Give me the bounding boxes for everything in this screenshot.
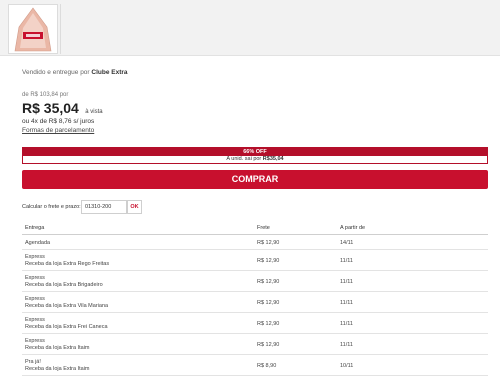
- freight-price: R$ 12,90: [257, 240, 280, 246]
- thumbnail-divider: [60, 4, 61, 54]
- product-thumbnail-bar: [0, 0, 500, 56]
- unit-price: R$35,04: [262, 156, 284, 162]
- shipping-table-header: Entrega Frete A partir de: [22, 221, 488, 235]
- price-row: R$ 35,04 à vista: [22, 100, 103, 118]
- seller-name: Clube Extra: [91, 69, 128, 76]
- seller-info: Vendido e entregue por Clube Extra: [22, 69, 128, 76]
- header-delivery: Entrega: [25, 225, 45, 231]
- delivery-type: Agendada: [25, 240, 51, 246]
- store-name: Receba da loja Extra Brigadeiro: [25, 282, 103, 288]
- store-name: Receba da loja Extra Itaim: [25, 366, 90, 372]
- delivery-type: Express: [25, 317, 45, 323]
- header-from: A partir de: [340, 225, 366, 231]
- promo-box: 66% OFF A unid. sai por R$35,04: [22, 147, 488, 164]
- shipping-table: Entrega Frete A partir de Agendada R$ 12…: [22, 221, 488, 376]
- table-row: Pra já! Receba da loja Extra Itaim R$ 8,…: [22, 355, 488, 376]
- delivery-type: Express: [25, 296, 45, 302]
- table-row: Express Receba da loja Extra Vila Marian…: [22, 292, 488, 313]
- payment-options-link[interactable]: Formas de parcelamento: [22, 127, 94, 134]
- cash-note: à vista: [85, 109, 103, 115]
- delivery-type: Express: [25, 275, 45, 281]
- product-thumbnail[interactable]: [8, 4, 58, 54]
- freight-price: R$ 8,90: [257, 363, 277, 369]
- delivery-type: Express: [25, 254, 45, 260]
- delivery-date: 11/11: [340, 321, 353, 327]
- delivery-date: 11/11: [340, 300, 353, 306]
- table-row: Express Receba da loja Extra Itaim R$ 12…: [22, 334, 488, 355]
- table-row: Express Receba da loja Extra Rego Freita…: [22, 250, 488, 271]
- delivery-date: 11/11: [340, 279, 353, 285]
- freight-price: R$ 12,90: [257, 321, 280, 327]
- store-name: Receba da loja Extra Rego Freitas: [25, 261, 110, 267]
- buy-button[interactable]: COMPRAR: [22, 170, 488, 189]
- header-freight: Frete: [257, 225, 270, 231]
- table-row: Agendada R$ 12,90 14/11: [22, 235, 488, 250]
- table-row: Express Receba da loja Extra Brigadeiro …: [22, 271, 488, 292]
- product-image: [14, 7, 52, 52]
- cep-input[interactable]: [81, 200, 127, 214]
- shipping-calc-label: Calcular o frete e prazo:: [22, 204, 81, 210]
- delivery-date: 11/11: [340, 258, 353, 264]
- freight-price: R$ 12,90: [257, 279, 280, 285]
- delivery-date: 14/11: [340, 240, 354, 246]
- store-name: Receba da loja Extra Frei Caneca: [25, 324, 108, 330]
- freight-price: R$ 12,90: [257, 258, 280, 264]
- delivery-date: 11/11: [340, 342, 353, 348]
- seller-prefix: Vendido e entregue por: [22, 69, 92, 76]
- old-price: de R$ 103,84 por: [22, 92, 69, 98]
- delivery-date: 10/11: [340, 363, 354, 369]
- installment-info: ou 4x de R$ 8,76 s/ juros: [22, 118, 95, 125]
- discount-badge: 66% OFF: [23, 148, 487, 156]
- freight-price: R$ 12,90: [257, 342, 280, 348]
- current-price: R$ 35,04: [22, 100, 79, 116]
- freight-price: R$ 12,90: [257, 300, 280, 306]
- store-name: Receba da loja Extra Vila Mariana: [25, 303, 109, 309]
- delivery-type: Express: [25, 338, 45, 344]
- store-name: Receba da loja Extra Itaim: [25, 345, 90, 351]
- delivery-type: Pra já!: [25, 359, 41, 365]
- table-row: Express Receba da loja Extra Frei Caneca…: [22, 313, 488, 334]
- unit-price-note: A unid. sai por R$35,04: [23, 156, 487, 163]
- calculate-shipping-button[interactable]: OK: [127, 200, 142, 214]
- unit-price-prefix: A unid. sai por: [226, 156, 263, 162]
